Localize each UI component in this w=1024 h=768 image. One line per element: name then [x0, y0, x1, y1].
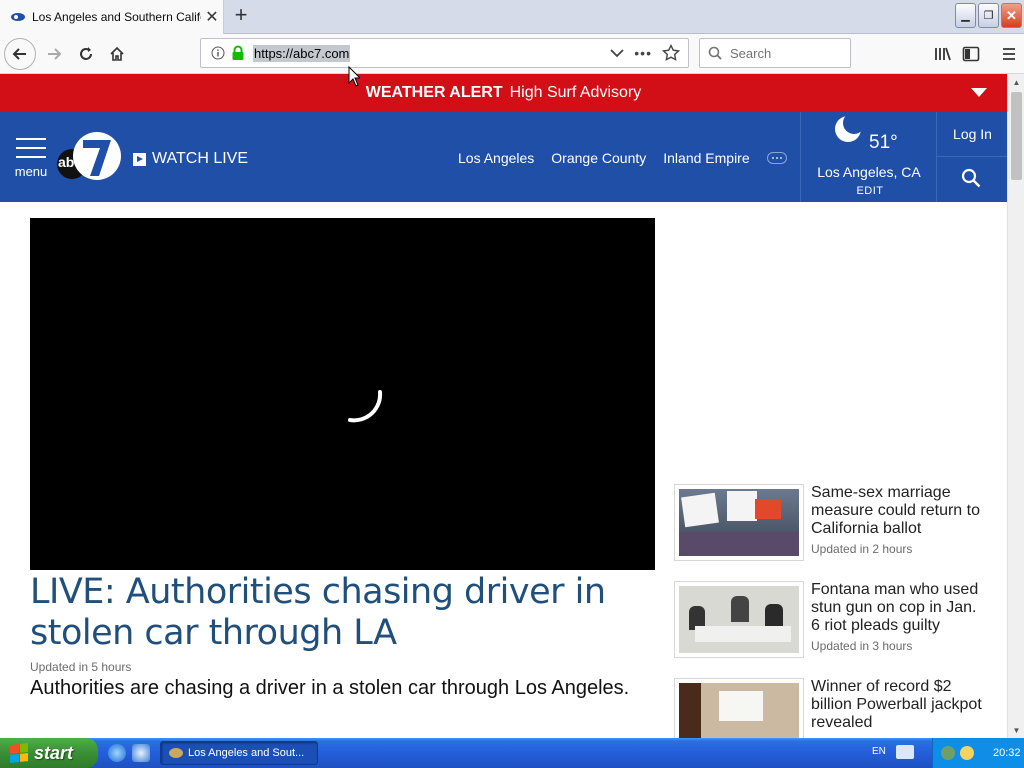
story-thumbnail[interactable] — [674, 581, 804, 658]
tab-bar: Los Angeles and Southern Californ ✕ + ▁ … — [0, 0, 1024, 34]
abc7-logo[interactable]: abc — [56, 130, 124, 182]
user-zone: Log In — [936, 112, 1007, 202]
search-icon — [708, 46, 722, 60]
menu-label: menu — [14, 164, 48, 179]
story-item[interactable]: Same-sex marriage measure could return t… — [674, 484, 994, 581]
restore-button[interactable]: ❐ — [978, 3, 999, 28]
taskbar-window-title: Los Angeles and Sout... — [188, 747, 305, 759]
minimize-button[interactable]: ▁ — [955, 3, 976, 28]
search-field[interactable]: Search — [699, 38, 851, 68]
main-updated: Updated in 5 hours — [30, 660, 132, 674]
home-icon — [110, 46, 124, 61]
tray-network-icon[interactable] — [941, 746, 955, 760]
site-header: menu abc WATCH LIVE Los Angeles Orange C… — [0, 112, 1007, 202]
scrollbar-thumb[interactable] — [1011, 92, 1022, 180]
taskbar: start Los Angeles and Sout... EN 20:32 — [0, 738, 1024, 768]
scroll-down-icon[interactable]: ▼ — [1009, 722, 1024, 738]
story-thumbnail[interactable] — [674, 484, 804, 561]
weather-location: Los Angeles, CA — [817, 164, 921, 180]
story-title[interactable]: Winner of record $2 billion Powerball ja… — [811, 678, 986, 732]
reload-button[interactable] — [70, 38, 102, 70]
library-icon[interactable] — [934, 46, 952, 62]
login-link[interactable]: Log In — [937, 126, 1007, 157]
story-title[interactable]: Fontana man who used stun gun on cop in … — [811, 581, 986, 635]
language-indicator[interactable]: EN — [872, 746, 886, 757]
home-button[interactable] — [101, 38, 133, 70]
hamburger-menu-icon[interactable] — [1000, 46, 1018, 62]
watch-live-label: WATCH LIVE — [152, 150, 249, 167]
temperature: 51° — [869, 132, 898, 153]
mouse-cursor-icon — [348, 66, 360, 87]
nav-orange-county[interactable]: Orange County — [551, 150, 646, 166]
weather-alert-bar[interactable]: WEATHER ALERT High Surf Advisory — [0, 74, 1007, 112]
story-item[interactable]: Fontana man who used stun gun on cop in … — [674, 581, 994, 678]
abc-logo-text: abc — [58, 154, 83, 170]
quick-launch — [108, 744, 150, 762]
lock-icon[interactable] — [231, 45, 245, 61]
alert-title: WEATHER ALERT — [365, 84, 503, 101]
close-window-button[interactable]: ✕ — [1001, 3, 1022, 28]
sidebar-icon[interactable] — [962, 46, 980, 62]
nav-los-angeles[interactable]: Los Angeles — [458, 150, 534, 166]
story-list: Same-sex marriage measure could return t… — [674, 484, 994, 738]
abc7-favicon-icon — [10, 11, 26, 23]
internet-explorer-icon[interactable] — [108, 744, 126, 762]
new-tab-button[interactable]: + — [228, 4, 254, 28]
play-icon — [133, 152, 146, 166]
story-title[interactable]: Same-sex marriage measure could return t… — [811, 484, 986, 538]
info-icon[interactable] — [209, 45, 227, 61]
taskbar-window-button[interactable]: Los Angeles and Sout... — [160, 741, 318, 765]
show-desktop-icon[interactable] — [132, 744, 150, 762]
start-button[interactable]: start — [0, 738, 98, 768]
alert-text: High Surf Advisory — [509, 84, 642, 101]
nav-inland-empire[interactable]: Inland Empire — [663, 150, 749, 166]
search-placeholder: Search — [730, 45, 772, 61]
clock[interactable]: 20:32 — [993, 747, 1021, 759]
main-summary: Authorities are chasing a driver in a st… — [30, 677, 630, 699]
tray-security-icon[interactable] — [960, 746, 974, 760]
scroll-up-icon[interactable]: ▲ — [1009, 74, 1024, 90]
chevron-down-icon[interactable] — [610, 48, 624, 58]
edit-location-link[interactable]: EDIT — [801, 185, 939, 197]
page-actions-icon[interactable]: ••• — [634, 45, 652, 61]
back-button[interactable] — [4, 38, 36, 70]
browser-tab[interactable]: Los Angeles and Southern Californ ✕ — [0, 0, 224, 34]
forward-arrow-icon — [48, 48, 62, 60]
more-nav-icon[interactable] — [766, 152, 787, 164]
url-text[interactable]: https://abc7.com — [253, 44, 351, 62]
back-arrow-icon — [12, 48, 26, 60]
alert-expand-caret-icon[interactable] — [971, 88, 987, 97]
story-updated: Updated in 2 hours — [811, 542, 913, 556]
story-thumbnail[interactable] — [674, 678, 804, 738]
tab-close-icon[interactable]: ✕ — [201, 7, 223, 27]
system-tray: 20:32 — [932, 738, 1024, 768]
forward-button[interactable] — [38, 38, 70, 70]
page-scrollbar[interactable]: ▲ ▼ — [1007, 74, 1024, 738]
firefox-window-icon — [169, 748, 183, 758]
toolbar-icons — [934, 38, 1024, 70]
hamburger-icon — [16, 138, 46, 158]
video-player[interactable] — [30, 218, 655, 570]
navigation-toolbar: https://abc7.com ••• Search — [0, 34, 1024, 74]
site-nav: Los Angeles Orange County Inland Empire — [458, 150, 787, 166]
story-updated: Updated in 3 hours — [811, 639, 913, 653]
tab-title: Los Angeles and Southern Californ — [32, 10, 201, 24]
menu-button[interactable]: menu — [14, 138, 48, 179]
site-search-icon[interactable] — [961, 168, 981, 188]
weather-widget[interactable]: 51° Los Angeles, CA EDIT — [800, 112, 936, 202]
watch-live-button[interactable]: WATCH LIVE — [133, 150, 248, 168]
address-bar[interactable]: https://abc7.com ••• — [200, 38, 689, 68]
loading-spinner-icon — [348, 390, 383, 423]
reload-icon — [80, 47, 92, 60]
bookmark-star-icon[interactable] — [662, 44, 680, 62]
keyboard-icon[interactable] — [896, 745, 914, 759]
start-label: start — [34, 742, 74, 763]
web-page: WEATHER ALERT High Surf Advisory menu ab… — [0, 74, 1007, 738]
story-item[interactable]: Winner of record $2 billion Powerball ja… — [674, 678, 994, 738]
moon-icon — [835, 112, 865, 142]
window-controls: ▁ ❐ ✕ — [955, 3, 1022, 28]
main-headline[interactable]: LIVE: Authorities chasing driver in stol… — [30, 572, 655, 654]
windows-flag-icon — [10, 743, 28, 763]
